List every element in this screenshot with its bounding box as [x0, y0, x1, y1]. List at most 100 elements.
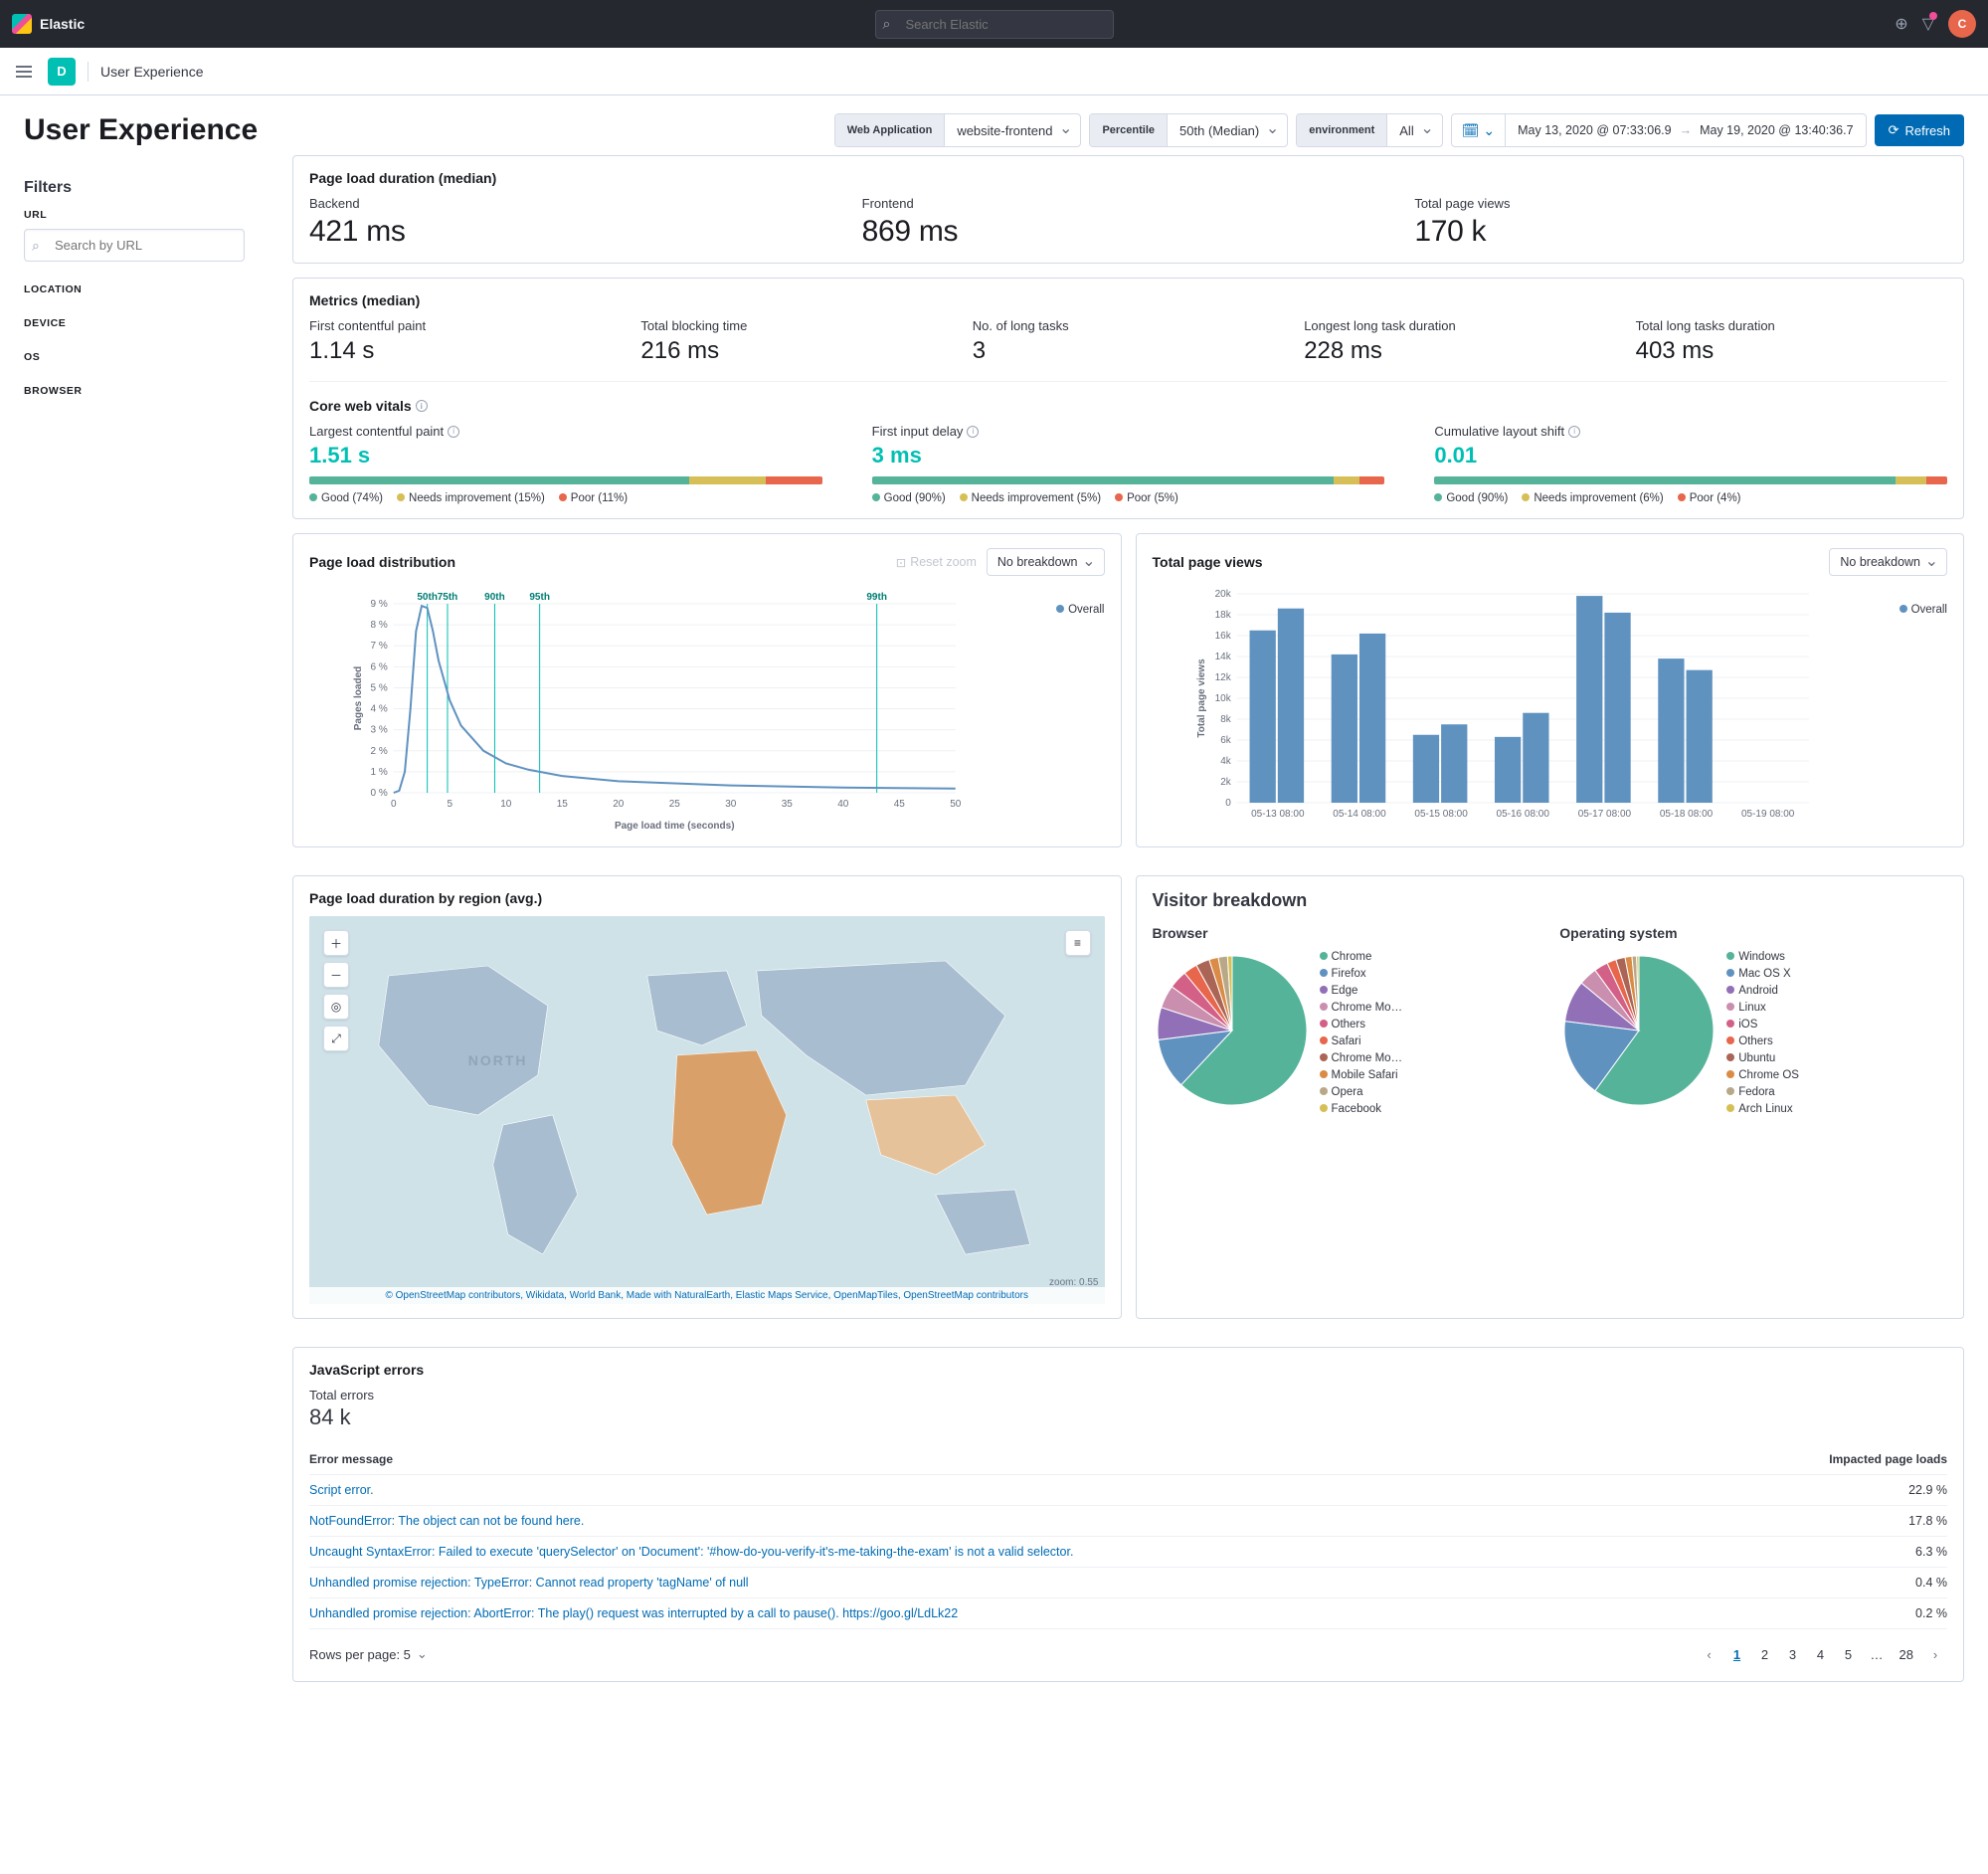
svg-text:14k: 14k	[1214, 652, 1231, 662]
legend-item[interactable]: Safari	[1320, 1035, 1403, 1047]
error-message-link[interactable]: Unhandled promise rejection: TypeError: …	[309, 1576, 1896, 1590]
app-subheader: D User Experience	[0, 48, 1988, 95]
errors-total-label: Total errors	[309, 1388, 1947, 1403]
legend-item[interactable]: Arch Linux	[1726, 1103, 1799, 1115]
legend-item[interactable]: Others	[1320, 1019, 1403, 1031]
legend-item[interactable]: Android	[1726, 985, 1799, 997]
pagination: ‹12345…28›	[1698, 1641, 1947, 1667]
filter-location[interactable]: LOCATION	[24, 283, 245, 295]
filters-title: Filters	[24, 179, 245, 197]
error-message-link[interactable]: Unhandled promise rejection: AbortError:…	[309, 1606, 1896, 1620]
dist-breakdown-select[interactable]: No breakdown	[987, 548, 1105, 576]
svg-text:05-13 08:00: 05-13 08:00	[1251, 809, 1305, 820]
legend-item[interactable]: iOS	[1726, 1019, 1799, 1031]
os-pie-chart[interactable]	[1559, 951, 1718, 1110]
views-chart[interactable]: 02k4k6k8k10k12k14k16k18k20kTotal page vi…	[1153, 584, 1948, 833]
page-4[interactable]: 4	[1809, 1641, 1833, 1667]
web-app-selector[interactable]: Web Application website-frontend	[834, 113, 1082, 147]
long-count-label: No. of long tasks	[973, 318, 1284, 333]
web-app-value[interactable]: website-frontend	[945, 114, 1080, 146]
error-message-link[interactable]: Uncaught SyntaxError: Failed to execute …	[309, 1545, 1896, 1559]
legend-item[interactable]: Ubuntu	[1726, 1052, 1799, 1064]
percentile-selector[interactable]: Percentile 50th (Median)	[1089, 113, 1288, 147]
info-icon[interactable]: i	[967, 426, 979, 438]
page-load-panel: Page load duration (median) Backend421 m…	[292, 155, 1964, 264]
user-avatar[interactable]: C	[1948, 10, 1976, 38]
legend-item[interactable]: Firefox	[1320, 968, 1403, 980]
legend-item[interactable]: Opera	[1320, 1086, 1403, 1098]
filter-browser[interactable]: BROWSER	[24, 385, 245, 397]
filter-device[interactable]: DEVICE	[24, 317, 245, 329]
map-attribution: © OpenStreetMap contributors, Wikidata, …	[309, 1287, 1105, 1304]
legend-item[interactable]: Fedora	[1726, 1086, 1799, 1098]
browser-pie-chart[interactable]	[1153, 951, 1312, 1110]
svg-text:4 %: 4 %	[371, 704, 388, 715]
legend-item[interactable]: Chrome OS	[1726, 1069, 1799, 1081]
environment-selector[interactable]: environment All	[1296, 113, 1442, 147]
environment-label: environment	[1297, 114, 1387, 146]
legend-item[interactable]: Edge	[1320, 985, 1403, 997]
js-errors-panel: JavaScript errors Total errors 84 k Erro…	[292, 1347, 1964, 1682]
date-range-picker[interactable]: 🗓 ⌄ May 13, 2020 @ 07:33:06.9 → May 19, …	[1451, 113, 1867, 147]
map-layers-button[interactable]: ≡	[1065, 930, 1091, 956]
refresh-button[interactable]: ⟳ Refresh	[1875, 114, 1964, 146]
svg-text:2 %: 2 %	[371, 746, 388, 757]
backend-label: Backend	[309, 196, 842, 211]
calendar-icon[interactable]: 🗓 ⌄	[1452, 114, 1506, 146]
info-icon[interactable]: i	[1568, 426, 1580, 438]
page-1[interactable]: 1	[1725, 1641, 1749, 1667]
page-28[interactable]: 28	[1894, 1641, 1919, 1667]
legend-item[interactable]: Others	[1726, 1035, 1799, 1047]
percentile-value[interactable]: 50th (Median)	[1168, 114, 1287, 146]
nav-toggle-button[interactable]	[12, 62, 36, 82]
world-map[interactable]: NORTH ＋ － ◎ ⤢ ≡ zoom: 0.55 © OpenStreetM…	[309, 916, 1105, 1304]
dist-title: Page load distribution	[309, 554, 455, 570]
page-next[interactable]: ›	[1923, 1641, 1947, 1667]
page-5[interactable]: 5	[1837, 1641, 1861, 1667]
col-error-message[interactable]: Error message	[309, 1452, 393, 1466]
map-expand-button[interactable]: ⤢	[323, 1026, 349, 1051]
global-search-input[interactable]	[875, 10, 1114, 39]
legend-item[interactable]: Chrome Mo…	[1320, 1002, 1403, 1014]
os-legend: Windows Mac OS X Android Linux iOS Others Ubun…	[1726, 951, 1799, 1115]
reset-zoom-button[interactable]: ⊡Reset zoom	[896, 555, 977, 570]
error-message-link[interactable]: NotFoundError: The object can not be fou…	[309, 1514, 1889, 1528]
legend-item[interactable]: Chrome Mo…	[1320, 1052, 1403, 1064]
legend-item[interactable]: Chrome	[1320, 951, 1403, 963]
error-message-link[interactable]: Script error.	[309, 1483, 1889, 1497]
svg-text:50: 50	[950, 799, 962, 810]
percentile-label: Percentile	[1090, 114, 1168, 146]
info-icon[interactable]: i	[416, 400, 428, 412]
distribution-chart[interactable]: 0 %1 %2 %3 %4 %5 %6 %7 %8 %9 %0510152025…	[309, 584, 1105, 833]
error-row: Uncaught SyntaxError: Failed to execute …	[309, 1537, 1947, 1568]
filter-os[interactable]: OS	[24, 351, 245, 363]
legend-item[interactable]: Linux	[1726, 1002, 1799, 1014]
views-breakdown-select[interactable]: No breakdown	[1829, 548, 1947, 576]
url-filter-input[interactable]	[24, 229, 245, 262]
page-2[interactable]: 2	[1753, 1641, 1777, 1667]
filters-sidebar: Filters URL ⌕ LOCATION DEVICE OS BROWSER	[0, 155, 269, 1720]
news-icon[interactable]: ▽	[1922, 14, 1934, 34]
legend-item[interactable]: Mac OS X	[1726, 968, 1799, 980]
svg-text:15: 15	[557, 799, 569, 810]
breadcrumb: User Experience	[100, 64, 204, 80]
info-icon[interactable]: i	[448, 426, 459, 438]
error-pct: 6.3 %	[1915, 1545, 1947, 1559]
rows-per-page-select[interactable]: Rows per page: 5⌄	[309, 1646, 428, 1662]
longest-label: Longest long task duration	[1304, 318, 1615, 333]
legend-item[interactable]: Windows	[1726, 951, 1799, 963]
map-zoom-out-button[interactable]: －	[323, 962, 349, 988]
metrics-title: Metrics (median)	[309, 292, 1947, 308]
map-locate-button[interactable]: ◎	[323, 994, 349, 1020]
app-icon[interactable]: D	[48, 58, 76, 86]
page-prev[interactable]: ‹	[1698, 1641, 1721, 1667]
svg-text:0: 0	[1225, 798, 1231, 809]
help-icon[interactable]: ⊕	[1895, 14, 1907, 34]
map-zoom-in-button[interactable]: ＋	[323, 930, 349, 956]
col-impacted[interactable]: Impacted page loads	[1829, 1452, 1947, 1466]
environment-value[interactable]: All	[1387, 114, 1441, 146]
page-3[interactable]: 3	[1781, 1641, 1805, 1667]
legend-item[interactable]: Facebook	[1320, 1103, 1403, 1115]
refresh-icon: ⟳	[1889, 122, 1899, 138]
legend-item[interactable]: Mobile Safari	[1320, 1069, 1403, 1081]
